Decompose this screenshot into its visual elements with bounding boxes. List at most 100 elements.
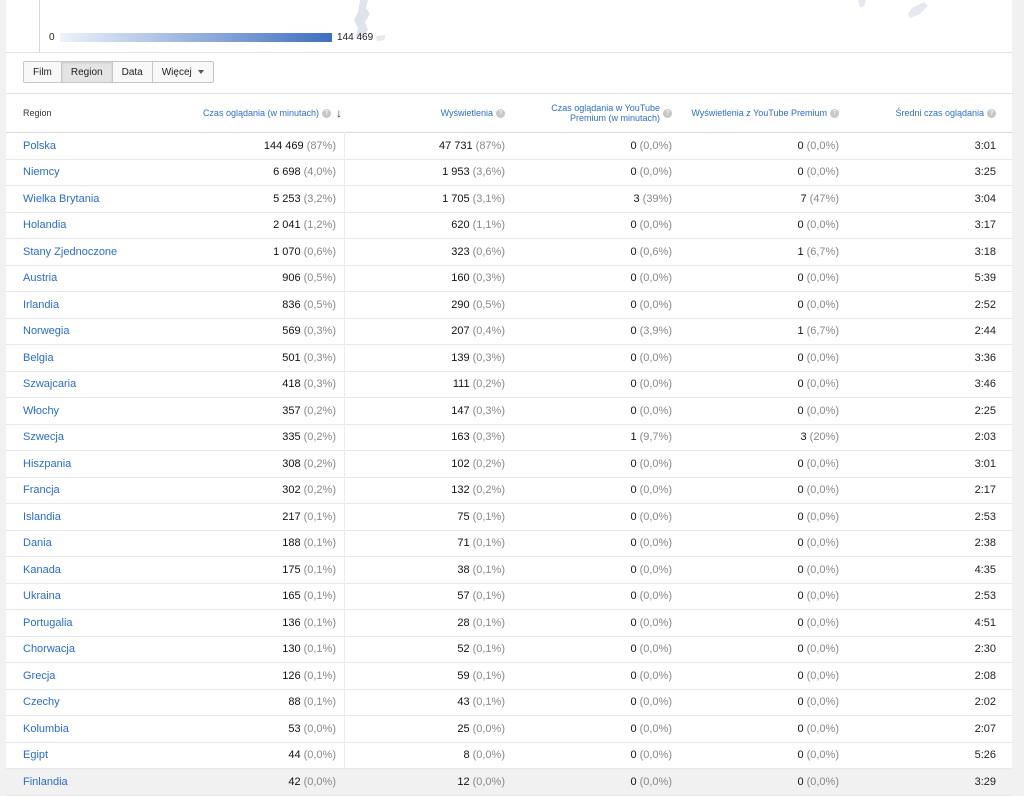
cell-premium-views-percent: (0,0%) bbox=[806, 166, 839, 178]
header-premium-views[interactable]: Wyświetlenia z YouTube Premium ? bbox=[679, 94, 839, 132]
cell-premium-watch-time-value: 0 bbox=[630, 537, 637, 549]
cell-premium-watch-time: 0 (3,9%) bbox=[512, 319, 672, 344]
cell-avg-duration: 2:53 bbox=[974, 590, 996, 602]
region-link[interactable]: Kanada bbox=[23, 557, 61, 582]
cell-views-percent: (0,1%) bbox=[472, 563, 505, 576]
cell-avg-duration: 2:38 bbox=[974, 537, 996, 549]
region-link[interactable]: Norwegia bbox=[23, 319, 69, 344]
cell-watch-time-percent: (0,1%) bbox=[303, 510, 336, 523]
cell-views-value: 102 bbox=[451, 457, 470, 470]
cell-views-value: 38 bbox=[457, 563, 470, 576]
region-link[interactable]: Kolumbia bbox=[23, 716, 69, 741]
cell-avg-duration: 2:30 bbox=[974, 643, 996, 655]
legend-gradient-bar bbox=[60, 33, 332, 42]
cell-premium-watch-time-percent: (0,0%) bbox=[639, 722, 672, 735]
more-dropdown[interactable]: Więcej bbox=[151, 61, 214, 83]
region-link[interactable]: Islandia bbox=[23, 504, 61, 529]
table-row: Kanada 175 (0,1%) 38 (0,1%) 0 (0,0%) 0 (0,0%) 4:3… bbox=[6, 557, 1012, 584]
cell-premium-views-percent: (6,7%) bbox=[806, 325, 839, 337]
cell-premium-views-value: 0 bbox=[797, 510, 804, 523]
header-premium-watch-time[interactable]: Czas oglądania w YouTube Premium (w minu… bbox=[512, 94, 672, 132]
region-link[interactable]: Włochy bbox=[23, 398, 59, 423]
region-link[interactable]: Ukraina bbox=[23, 584, 61, 609]
cell-premium-views: 0 (0,0%) bbox=[679, 213, 839, 238]
cell-views: 59 (0,1%) bbox=[344, 663, 505, 688]
help-icon[interactable]: ? bbox=[663, 108, 672, 118]
region-link[interactable]: Szwecja bbox=[23, 425, 64, 450]
region-link[interactable]: Polska bbox=[23, 133, 56, 158]
cell-premium-watch-time-percent: (0,0%) bbox=[639, 457, 672, 470]
header-avg-duration[interactable]: Średni czas oglądania ? bbox=[846, 94, 996, 132]
table-row: Szwajcaria 418 (0,3%) 111 (0,2%) 0 (0,0%) 0 (0,0… bbox=[6, 372, 1012, 398]
cell-premium-watch-time-value: 0 bbox=[630, 484, 637, 496]
region-link[interactable]: Irlandia bbox=[23, 292, 59, 317]
cell-watch-time: 136 (0,1%) bbox=[174, 610, 336, 635]
cell-premium-views: 0 (0,0%) bbox=[679, 266, 839, 291]
help-icon[interactable]: ? bbox=[496, 108, 505, 118]
region-link[interactable]: Grecja bbox=[23, 663, 55, 688]
cell-premium-views-value: 0 bbox=[797, 616, 804, 629]
cell-premium-watch-time: 0 (0,0%) bbox=[512, 133, 672, 158]
cell-watch-time: 126 (0,1%) bbox=[174, 663, 336, 688]
cell-avg-duration: 2:53 bbox=[974, 510, 996, 523]
cell-views-percent: (0,1%) bbox=[472, 669, 505, 682]
cell-watch-time-percent: (0,2%) bbox=[303, 431, 336, 443]
table-body: Polska 144 469 (87%) 47 731 (87%) 0 (0,0%) 0 (0,… bbox=[6, 133, 1012, 796]
region-link[interactable]: Francja bbox=[23, 478, 60, 503]
region-link[interactable]: Dania bbox=[23, 531, 52, 556]
cell-premium-views-value: 0 bbox=[797, 272, 804, 284]
geo-map[interactable]: 0 144 469 bbox=[6, 0, 1012, 53]
region-link[interactable]: Wielka Brytania bbox=[23, 186, 99, 211]
tab-film[interactable]: Film bbox=[23, 61, 62, 83]
cell-premium-views: 0 (0,0%) bbox=[679, 478, 839, 503]
region-link[interactable]: Szwajcaria bbox=[23, 372, 76, 397]
cell-premium-views-value: 0 bbox=[797, 590, 804, 602]
cell-views-percent: (0,0%) bbox=[472, 722, 505, 735]
cell-premium-watch-time: 0 (0,0%) bbox=[512, 292, 672, 317]
region-link[interactable]: Stany Zjednoczone bbox=[23, 239, 117, 264]
region-link[interactable]: Egipt bbox=[23, 743, 48, 768]
cell-premium-views-value: 0 bbox=[797, 484, 804, 496]
cell-premium-watch-time: 0 (0,0%) bbox=[512, 690, 672, 715]
cell-premium-watch-time-value: 0 bbox=[630, 219, 637, 231]
tab-region[interactable]: Region bbox=[60, 61, 113, 83]
cell-watch-time-value: 418 bbox=[282, 378, 301, 390]
cell-premium-views-percent: (0,0%) bbox=[806, 590, 839, 602]
sort-desc-icon[interactable]: ↓ bbox=[336, 107, 342, 119]
cell-premium-views: 0 (0,0%) bbox=[679, 398, 839, 423]
table-row: Holandia 2 041 (1,2%) 620 (1,1%) 0 (0,0%) 0 (0,0… bbox=[6, 213, 1012, 239]
cell-premium-watch-time-percent: (0,0%) bbox=[639, 669, 672, 682]
region-link[interactable]: Czechy bbox=[23, 690, 60, 715]
region-link[interactable]: Austria bbox=[23, 266, 57, 291]
cell-views: 28 (0,1%) bbox=[344, 610, 505, 635]
header-watch-time[interactable]: Czas oglądania (w minutach) ? ↓ bbox=[174, 94, 342, 132]
cell-watch-time-percent: (0,0%) bbox=[303, 775, 336, 788]
cell-views: 1 705 (3,1%) bbox=[344, 186, 505, 211]
region-link[interactable]: Chorwacja bbox=[23, 637, 75, 662]
cell-premium-watch-time-value: 0 bbox=[630, 139, 637, 152]
help-icon[interactable]: ? bbox=[987, 108, 996, 118]
cell-premium-views-percent: (0,0%) bbox=[806, 139, 839, 152]
table-row: Belgia 501 (0,3%) 139 (0,3%) 0 (0,0%) 0 (0,0%) 3:… bbox=[6, 345, 1012, 372]
region-link[interactable]: Portugalia bbox=[23, 610, 73, 635]
cell-avg-duration: 2:03 bbox=[974, 431, 996, 443]
help-icon[interactable]: ? bbox=[322, 108, 331, 118]
header-views[interactable]: Wyświetlenia ? bbox=[344, 94, 505, 132]
cell-views: 25 (0,0%) bbox=[344, 716, 505, 741]
cell-premium-views-value: 0 bbox=[797, 166, 804, 178]
region-link[interactable]: Hiszpania bbox=[23, 451, 71, 476]
region-link[interactable]: Niemcy bbox=[23, 160, 60, 185]
cell-premium-watch-time-percent: (0,0%) bbox=[639, 696, 672, 708]
region-link[interactable]: Holandia bbox=[23, 213, 66, 238]
help-icon[interactable]: ? bbox=[830, 108, 839, 118]
cell-watch-time-percent: (87%) bbox=[306, 139, 336, 152]
cell-watch-time-value: 44 bbox=[288, 749, 301, 761]
cell-watch-time-percent: (0,6%) bbox=[303, 245, 336, 258]
tab-data[interactable]: Data bbox=[111, 61, 153, 83]
region-link[interactable]: Finlandia bbox=[23, 769, 68, 794]
region-link[interactable]: Belgia bbox=[23, 345, 54, 370]
cell-premium-watch-time: 0 (0,0%) bbox=[512, 372, 672, 397]
table-row: Islandia 217 (0,1%) 75 (0,1%) 0 (0,0%) 0 (0,0%) 2… bbox=[6, 504, 1012, 531]
dimension-toolbar: Film Region Data Więcej bbox=[23, 61, 214, 83]
map-border bbox=[39, 0, 40, 52]
